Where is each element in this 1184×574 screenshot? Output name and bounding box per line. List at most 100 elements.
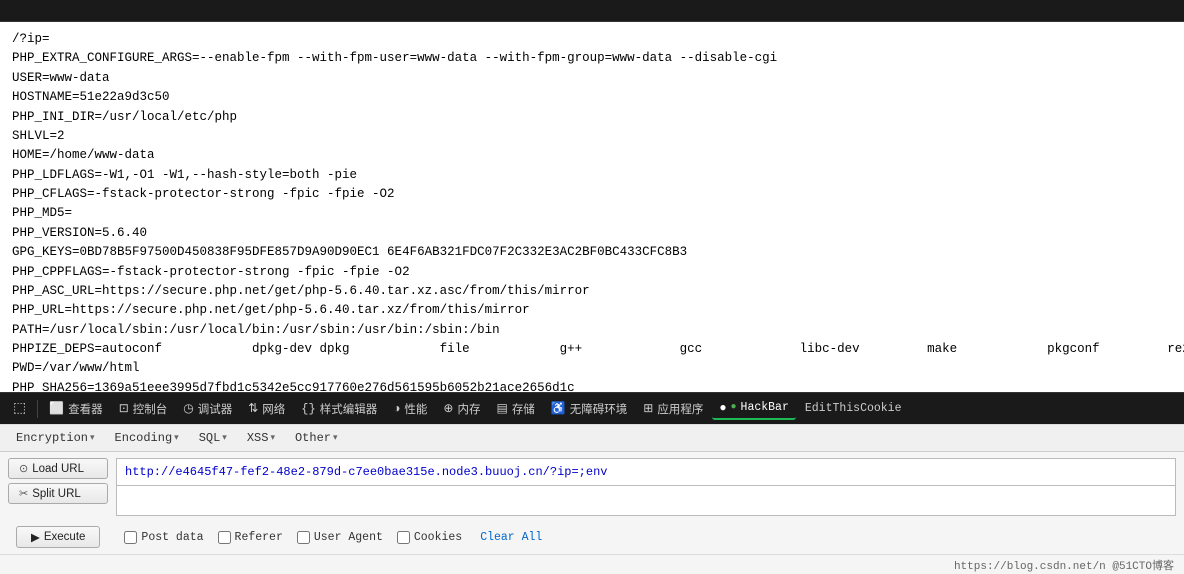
checkbox-referer[interactable]: Referer [218, 531, 283, 544]
network-icon: ⇅ [248, 401, 258, 416]
title-bar [0, 0, 1184, 22]
menu-arrow-encoding: ▾ [174, 433, 179, 443]
checkbox-input-post-data[interactable] [124, 531, 137, 544]
hackbar-dot: ● [731, 402, 737, 413]
app-icon: ⊞ [643, 401, 653, 416]
toolbar-label-inspector: 查看器 [68, 401, 103, 417]
toolbar-item-debugger[interactable]: ◷ 调试器 [176, 398, 239, 420]
hackbar-body: ⊙ Load URL ✂ Split URL [0, 452, 1184, 522]
url-extra-box [116, 486, 1176, 516]
content-line: PATH=/usr/local/sbin:/usr/local/bin:/usr… [12, 321, 1172, 340]
menu-arrow-encryption: ▾ [90, 433, 95, 443]
toolbar-item-network[interactable]: ⇅网络 [241, 398, 292, 420]
hackbar-icon: ● [719, 401, 726, 415]
menu-label-encryption: Encryption [16, 431, 88, 445]
status-bar: https://blog.csdn.net/n @51CTO博客 [0, 554, 1184, 574]
checkbox-input-cookies[interactable] [397, 531, 410, 544]
toolbar-item-inspector[interactable]: ⬜查看器 [42, 398, 109, 420]
load-url-icon: ⊙ [19, 462, 28, 475]
menu-label-other: Other [295, 431, 331, 445]
checkbox-label-user-agent: User Agent [314, 531, 383, 544]
menu-label-sql: SQL [199, 431, 221, 445]
toolbar-item-memory[interactable]: ⊕ 内存 [436, 398, 487, 420]
toolbar-item-console[interactable]: ⊡控制台 [112, 398, 175, 420]
toolbar-item-hackbar[interactable]: ● ● HackBar [712, 398, 796, 420]
style-editor-icon: {} [301, 402, 315, 416]
content-line: HOSTNAME=51e22a9d3c50 [12, 88, 1172, 107]
menu-arrow-other: ▾ [333, 433, 338, 443]
toolbar-cursor-icon[interactable]: ⬚ [6, 397, 33, 420]
content-line: PHP_LDFLAGS=-W1,-O1 -W1,--hash-style=bot… [12, 166, 1172, 185]
checkbox-post-data[interactable]: Post data [124, 531, 203, 544]
split-url-icon: ✂ [19, 487, 28, 500]
url-input[interactable] [116, 458, 1176, 486]
menu-label-encoding: Encoding [115, 431, 173, 445]
console-icon: ⊡ [119, 401, 129, 416]
content-line: PHP_MD5= [12, 204, 1172, 223]
execute-label: Execute [44, 531, 86, 543]
toolbar-label-performance: 性能 [404, 401, 427, 417]
menu-item-encryption[interactable]: Encryption▾ [8, 429, 103, 447]
accessibility-icon: ♿ [551, 401, 566, 416]
content-line: PHP_VERSION=5.6.40 [12, 224, 1172, 243]
content-line: USER=www-data [12, 69, 1172, 88]
toolbar-label-app: 应用程序 [657, 401, 703, 417]
toolbar-label-editthiscookie: EditThisCookie [805, 402, 902, 415]
checkbox-label-referer: Referer [235, 531, 283, 544]
checkbox-label-post-data: Post data [141, 531, 203, 544]
toolbar-item-style-editor[interactable]: {}样式编辑器 [294, 398, 384, 420]
main-content: /?ip=PHP_EXTRA_CONFIGURE_ARGS=--enable-f… [0, 22, 1184, 392]
menu-arrow-sql: ▾ [222, 433, 227, 443]
clear-all-link[interactable]: Clear All [480, 531, 542, 544]
toolbar-label-memory: 内存 [457, 401, 480, 417]
devtools-toolbar: ⬚ ⬜查看器⊡控制台 ◷ 调试器 ⇅网络{}样式编辑器 ◑ 性能 ⊕ 内存 ▤存储 ♿ 无障碍环境 ⊞ 应… [0, 392, 1184, 424]
toolbar-item-storage[interactable]: ▤存储 [489, 398, 541, 420]
menu-item-encoding[interactable]: Encoding▾ [107, 429, 187, 447]
checkbox-label-cookies: Cookies [414, 531, 462, 544]
content-line: SHLVL=2 [12, 127, 1172, 146]
content-line: /?ip= [12, 30, 1172, 49]
content-line: PHP_CPPFLAGS=-fstack-protector-strong -f… [12, 263, 1172, 282]
content-line: PHPIZE_DEPS=autoconf dpkg-dev dpkg file … [12, 340, 1172, 359]
memory-icon: ⊕ [443, 401, 453, 416]
content-line: HOME=/home/www-data [12, 146, 1172, 165]
toolbar-label-accessibility: 无障碍环境 [570, 401, 628, 417]
performance-icon: ◑ [393, 402, 400, 416]
checkbox-input-referer[interactable] [218, 531, 231, 544]
split-url-button[interactable]: ✂ Split URL [8, 483, 108, 504]
menu-item-xss[interactable]: XSS▾ [239, 429, 283, 447]
toolbar-item-performance[interactable]: ◑ 性能 [386, 398, 434, 420]
menu-item-other[interactable]: Other▾ [287, 429, 346, 447]
menu-arrow-xss: ▾ [270, 433, 275, 443]
hackbar-url-area [116, 458, 1176, 516]
content-line: PHP_INI_DIR=/usr/local/etc/php [12, 108, 1172, 127]
checkbox-group: Post data Referer User Agent Cookies Clear A… [124, 531, 542, 544]
toolbar-item-editthiscookie[interactable]: EditThisCookie [798, 399, 909, 418]
hackbar-menu: Encryption▾Encoding▾SQL▾XSS▾Other▾ [0, 425, 1184, 452]
menu-label-xss: XSS [247, 431, 269, 445]
split-url-label: Split URL [32, 488, 81, 500]
execute-icon: ▶ [31, 530, 40, 544]
content-line: PHP_CFLAGS=-fstack-protector-strong -fpi… [12, 185, 1172, 204]
content-line: PHP_URL=https://secure.php.net/get/php-5… [12, 301, 1172, 320]
load-url-label: Load URL [32, 463, 84, 475]
execute-button[interactable]: ▶ Execute [16, 526, 100, 548]
execute-row: ▶ Execute Post data Referer User Agent Cook… [0, 522, 1184, 554]
checkbox-input-user-agent[interactable] [297, 531, 310, 544]
toolbar-item-accessibility[interactable]: ♿ 无障碍环境 [544, 398, 634, 420]
content-line: PHP_EXTRA_CONFIGURE_ARGS=--enable-fpm --… [12, 49, 1172, 68]
hackbar-buttons: ⊙ Load URL ✂ Split URL [8, 458, 108, 504]
checkbox-user-agent[interactable]: User Agent [297, 531, 383, 544]
load-url-button[interactable]: ⊙ Load URL [8, 458, 108, 479]
content-line: PWD=/var/www/html [12, 359, 1172, 378]
checkbox-cookies[interactable]: Cookies [397, 531, 462, 544]
content-line: PHP_ASC_URL=https://secure.php.net/get/p… [12, 282, 1172, 301]
toolbar-label-hackbar: HackBar [741, 401, 789, 414]
debugger-icon: ◷ [183, 401, 193, 416]
menu-item-sql[interactable]: SQL▾ [191, 429, 235, 447]
content-line: PHP_SHA256=1369a51eee3995d7fbd1c5342e5cc… [12, 379, 1172, 392]
toolbar-item-app[interactable]: ⊞ 应用程序 [636, 398, 710, 420]
hackbar-panel: Encryption▾Encoding▾SQL▾XSS▾Other▾ ⊙ Loa… [0, 424, 1184, 554]
toolbar-label-debugger: 调试器 [198, 401, 233, 417]
toolbar-label-storage: 存储 [512, 401, 535, 417]
